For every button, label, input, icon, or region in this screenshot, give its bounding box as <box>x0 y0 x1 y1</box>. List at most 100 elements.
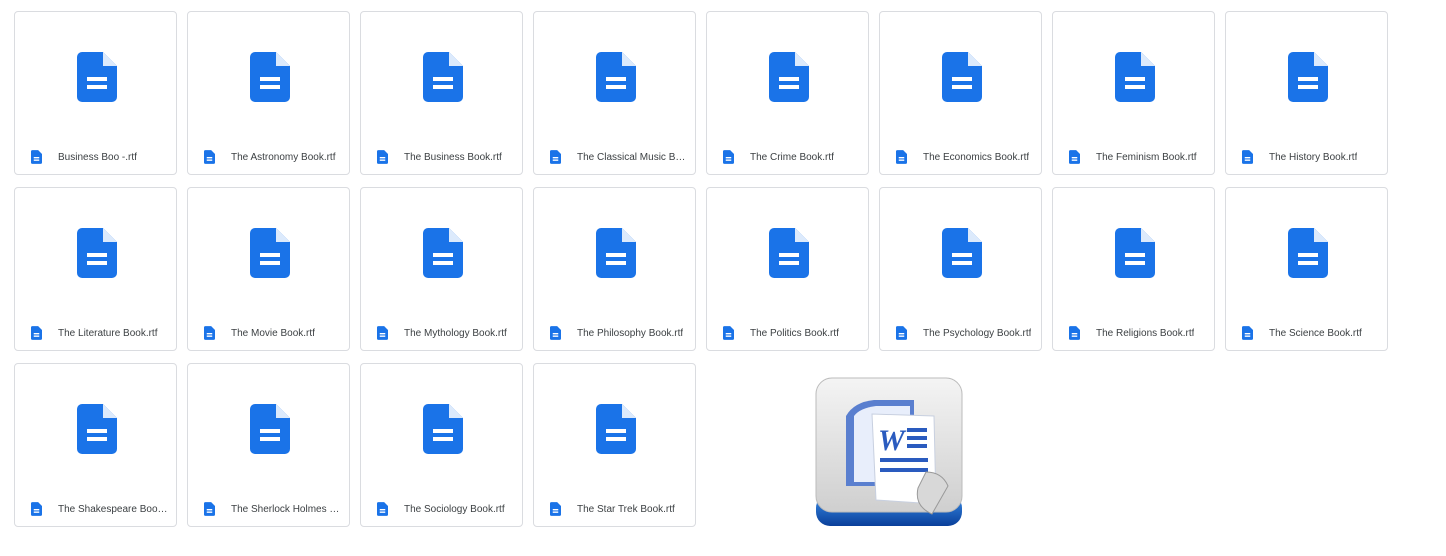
file-card[interactable]: The Philosophy Book.rtf <box>533 187 696 351</box>
file-name: The Sociology Book.rtf <box>404 503 505 515</box>
doc-icon <box>596 228 636 278</box>
doc-type-icon <box>1069 150 1080 164</box>
doc-type-icon <box>377 150 388 164</box>
file-name: Business Boo -.rtf <box>58 151 137 163</box>
file-card[interactable]: The Sherlock Holmes B... <box>187 363 350 527</box>
file-card[interactable]: The Economics Book.rtf <box>879 11 1042 175</box>
file-card[interactable]: The Classical Music Bo... <box>533 11 696 175</box>
doc-icon <box>769 228 809 278</box>
file-card[interactable]: The Religions Book.rtf <box>1052 187 1215 351</box>
file-card[interactable]: The Mythology Book.rtf <box>360 187 523 351</box>
file-footer: The Star Trek Book.rtf <box>550 502 687 516</box>
file-footer: The Sherlock Holmes B... <box>204 502 341 516</box>
file-footer: The Sociology Book.rtf <box>377 502 514 516</box>
doc-type-icon <box>550 326 561 340</box>
doc-type-icon <box>896 150 907 164</box>
file-footer: The Business Book.rtf <box>377 150 514 164</box>
file-name: The Star Trek Book.rtf <box>577 503 675 515</box>
doc-type-icon <box>377 502 388 516</box>
doc-icon <box>423 228 463 278</box>
doc-type-icon <box>896 326 907 340</box>
file-card[interactable]: The Politics Book.rtf <box>706 187 869 351</box>
file-card[interactable]: The Crime Book.rtf <box>706 11 869 175</box>
svg-text:W: W <box>878 424 907 457</box>
doc-icon <box>77 52 117 102</box>
doc-icon <box>596 404 636 454</box>
file-card[interactable]: Business Boo -.rtf <box>14 11 177 175</box>
doc-type-icon <box>204 326 215 340</box>
file-card[interactable]: The Sociology Book.rtf <box>360 363 523 527</box>
doc-type-icon <box>377 326 388 340</box>
doc-type-icon <box>723 326 734 340</box>
file-name: The Business Book.rtf <box>404 151 502 163</box>
file-name: The History Book.rtf <box>1269 151 1358 163</box>
doc-icon <box>942 228 982 278</box>
file-card[interactable]: The Movie Book.rtf <box>187 187 350 351</box>
file-footer: The Psychology Book.rtf <box>896 326 1033 340</box>
file-name: The Economics Book.rtf <box>923 151 1030 163</box>
doc-icon <box>250 52 290 102</box>
file-name: The Religions Book.rtf <box>1096 327 1195 339</box>
file-name: The Classical Music Bo... <box>577 151 687 163</box>
file-footer: The Feminism Book.rtf <box>1069 150 1206 164</box>
file-card[interactable]: The Psychology Book.rtf <box>879 187 1042 351</box>
file-footer: The Astronomy Book.rtf <box>204 150 341 164</box>
file-footer: Business Boo -.rtf <box>31 150 168 164</box>
file-footer: The Literature Book.rtf <box>31 326 168 340</box>
file-name: The Literature Book.rtf <box>58 327 158 339</box>
doc-icon <box>77 404 117 454</box>
file-footer: The Politics Book.rtf <box>723 326 860 340</box>
doc-type-icon <box>31 150 42 164</box>
doc-icon <box>1115 52 1155 102</box>
file-name: The Movie Book.rtf <box>231 327 315 339</box>
file-footer: The Philosophy Book.rtf <box>550 326 687 340</box>
file-card[interactable]: The Business Book.rtf <box>360 11 523 175</box>
doc-type-icon <box>31 326 42 340</box>
file-name: The Astronomy Book.rtf <box>231 151 336 163</box>
file-grid: Business Boo -.rtf The Astronomy Book.rtf… <box>14 11 1388 527</box>
doc-icon <box>769 52 809 102</box>
file-name: The Feminism Book.rtf <box>1096 151 1197 163</box>
file-card[interactable]: The Shakespeare Book.... <box>14 363 177 527</box>
file-footer: The Religions Book.rtf <box>1069 326 1206 340</box>
doc-type-icon <box>1242 150 1253 164</box>
doc-icon <box>250 404 290 454</box>
file-name: The Politics Book.rtf <box>750 327 839 339</box>
file-name: The Sherlock Holmes B... <box>231 503 341 515</box>
doc-type-icon <box>1069 326 1080 340</box>
doc-type-icon <box>550 502 561 516</box>
file-footer: The Science Book.rtf <box>1242 326 1379 340</box>
doc-type-icon <box>31 502 42 516</box>
file-name: The Mythology Book.rtf <box>404 327 507 339</box>
file-card[interactable]: The Feminism Book.rtf <box>1052 11 1215 175</box>
file-footer: The Crime Book.rtf <box>723 150 860 164</box>
file-name: The Crime Book.rtf <box>750 151 834 163</box>
file-card[interactable]: The Literature Book.rtf <box>14 187 177 351</box>
doc-type-icon <box>204 150 215 164</box>
doc-icon <box>1115 228 1155 278</box>
file-footer: The Shakespeare Book.... <box>31 502 168 516</box>
file-footer: The Mythology Book.rtf <box>377 326 514 340</box>
doc-icon <box>423 404 463 454</box>
doc-icon <box>596 52 636 102</box>
doc-type-icon <box>204 502 215 516</box>
file-card[interactable]: The Star Trek Book.rtf <box>533 363 696 527</box>
file-name: The Shakespeare Book.... <box>58 503 168 515</box>
doc-icon <box>250 228 290 278</box>
file-footer: The Movie Book.rtf <box>204 326 341 340</box>
file-footer: The History Book.rtf <box>1242 150 1379 164</box>
doc-type-icon <box>1242 326 1253 340</box>
file-footer: The Economics Book.rtf <box>896 150 1033 164</box>
doc-icon <box>77 228 117 278</box>
file-footer: The Classical Music Bo... <box>550 150 687 164</box>
file-name: The Science Book.rtf <box>1269 327 1362 339</box>
microsoft-word-logo: W <box>814 376 964 528</box>
file-card[interactable]: The Science Book.rtf <box>1225 187 1388 351</box>
file-card[interactable]: The History Book.rtf <box>1225 11 1388 175</box>
doc-type-icon <box>723 150 734 164</box>
doc-icon <box>1288 228 1328 278</box>
file-name: The Philosophy Book.rtf <box>577 327 684 339</box>
doc-icon <box>942 52 982 102</box>
file-name: The Psychology Book.rtf <box>923 327 1032 339</box>
file-card[interactable]: The Astronomy Book.rtf <box>187 11 350 175</box>
